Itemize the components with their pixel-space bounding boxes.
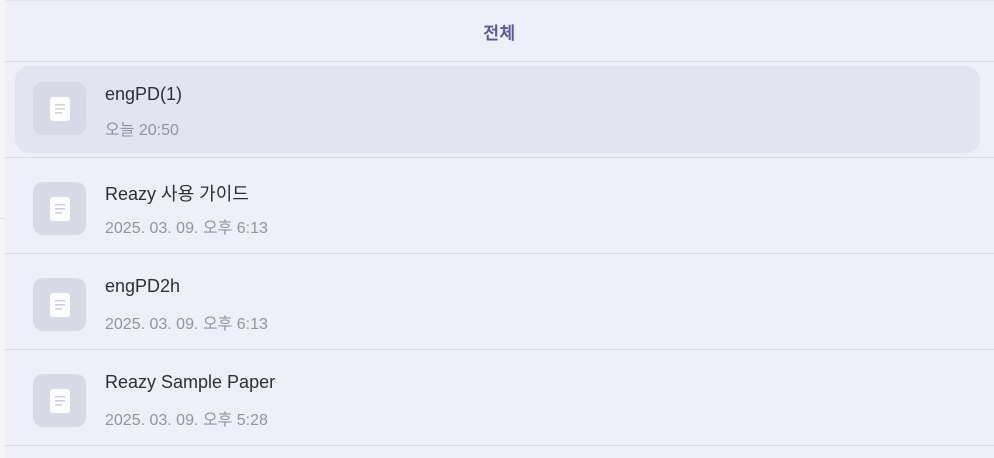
file-row[interactable]: Reazy Sample Paper 2025. 03. 09. 오후 5:28: [5, 350, 994, 446]
file-row[interactable]: engPD2h 2025. 03. 09. 오후 6:13: [5, 254, 994, 350]
file-date: 2025. 03. 09. 오후 6:13: [105, 220, 268, 237]
file-date: 2025. 03. 09. 오후 5:28: [105, 412, 268, 429]
file-list: engPD(1) 오늘 20:50 Reazy 사용 가이드 2025. 03.…: [5, 62, 994, 446]
file-date: 2025. 03. 09. 오후 6:13: [105, 316, 268, 333]
file-row[interactable]: engPD(1) 오늘 20:50: [5, 62, 994, 158]
file-name: engPD2h: [105, 276, 181, 296]
file-date: 오늘 20:50: [105, 122, 179, 139]
file-row[interactable]: Reazy 사용 가이드 2025. 03. 09. 오후 6:13: [5, 158, 994, 254]
file-name: Reazy Sample Paper: [105, 372, 276, 392]
list-header-title: 전체: [483, 23, 516, 43]
document-icon: [33, 182, 86, 235]
file-name: Reazy 사용 가이드: [105, 184, 249, 204]
file-name: engPD(1): [105, 84, 183, 104]
document-icon: [33, 374, 86, 427]
file-list-panel: 전체 engPD(1) 오늘 20:50 Reazy 사용 가이드 2025. …: [5, 0, 994, 458]
document-icon: [33, 278, 86, 331]
document-icon: [33, 82, 86, 135]
list-header: 전체: [5, 0, 994, 62]
